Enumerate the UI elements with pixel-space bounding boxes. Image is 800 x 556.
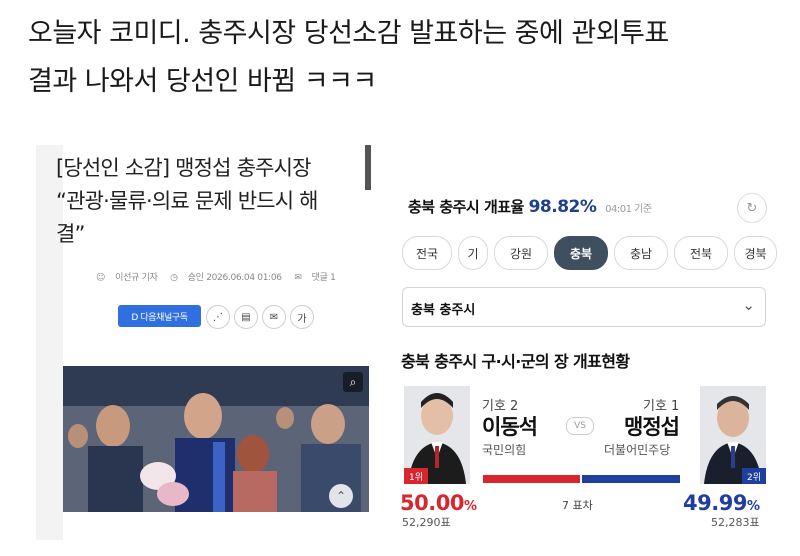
candidate-left-photo: 1위 [404, 386, 470, 484]
font-size-label: 가 [297, 313, 307, 325]
candidate-left-name: 이동석 [482, 415, 538, 439]
tab-label: 경북 [744, 246, 767, 261]
vote-difference: 7 표차 [562, 499, 593, 512]
tab-region-2[interactable]: 기 [458, 236, 488, 270]
candidate-right-percent: 49.99% [683, 491, 760, 515]
candidate-left-party: 국민의힘 [482, 443, 527, 457]
headline-line-3: 결” [56, 222, 85, 246]
zoom-icon[interactable]: ⌕ [343, 372, 363, 392]
chevron-up-icon[interactable]: ⌃ [329, 484, 353, 508]
crowd-photo-image [63, 366, 369, 512]
subscribe-button[interactable]: D 다음채널구독 [118, 305, 201, 327]
left-pct-unit: % [463, 499, 477, 514]
caption-line-1: 오늘자 코미디. 충주시장 당선소감 발표하는 중에 관외투표 [28, 18, 669, 49]
headline-line-1: [당선인 소감] 맹정섭 충주시장 [56, 156, 311, 180]
share-icon[interactable]: ⋰ [206, 305, 230, 329]
person-icon: ☺ [96, 273, 106, 283]
clock-icon: ◷ [170, 273, 178, 283]
post-caption: 오늘자 코미디. 충주시장 당선소감 발표하는 중에 관외투표 결과 나와서 당… [28, 10, 788, 106]
comment-count[interactable]: 댓글 1 [312, 273, 336, 283]
comment-icon: ✉ [294, 273, 302, 283]
left-pct-value: 50.00 [400, 491, 464, 515]
tab-region-active[interactable]: 충북 [554, 236, 608, 270]
tab-label: 전북 [689, 246, 713, 261]
counting-rate-value: 98.82% [528, 197, 597, 217]
counting-rate-label: 충북 충주시 개표율 [408, 198, 524, 216]
headline-line-2: “관광·물류·의료 문제 반드시 해 [56, 189, 319, 213]
tab-label: 기 [467, 246, 479, 261]
tab-region-3[interactable]: 강원 [494, 236, 548, 270]
tab-region-6[interactable]: 전북 [674, 236, 728, 270]
vote-bar-left [483, 475, 580, 483]
vs-badge: VS [566, 417, 594, 435]
article-photo: ⌕ ⌃ [63, 366, 369, 512]
refresh-icon[interactable]: ↻ [737, 193, 767, 223]
mail-icon[interactable]: ✉ [262, 305, 286, 329]
tab-label: 충남 [629, 246, 653, 261]
article-headline: [당선인 소감] 맹정섭 충주시장 “관광·물류·의료 문제 반드시 해 결” [56, 152, 366, 251]
tab-region-5[interactable]: 충남 [614, 236, 668, 270]
section-title: 충북 충주시 구·시·군의 장 개표현황 [401, 352, 630, 371]
vote-bar-right [582, 475, 680, 483]
right-pct-value: 49.99 [683, 491, 747, 515]
reporter-name: 이선규 기자 [115, 273, 158, 283]
candidate-right-photo: 2위 [700, 386, 766, 484]
rank-badge-right: 2위 [742, 468, 766, 484]
candidate-right-party: 더불어민주당 [604, 443, 671, 457]
print-icon[interactable]: ▤ [234, 305, 258, 329]
tab-region-7[interactable]: 경북 [734, 236, 777, 270]
region-select-value: 충북 충주시 [411, 303, 476, 318]
counting-rate-title: 충북 충주시 개표율 98.82% 04:01 기준 [408, 196, 652, 217]
caption-line-2: 결과 나와서 당선인 바뀜 ㅋㅋㅋ [28, 66, 377, 97]
candidate-left-votes: 52,290표 [402, 516, 451, 529]
candidate-right-name: 맹정섭 [624, 415, 680, 439]
approved-time: 승인 2026.06.04 01:06 [187, 273, 282, 283]
tab-label: 강원 [509, 246, 533, 261]
tab-label: 충북 [569, 246, 593, 261]
candidate-right-votes: 52,283표 [711, 516, 760, 529]
counting-time: 04:01 기준 [605, 204, 652, 215]
tab-region-1[interactable]: 전국 [402, 236, 452, 270]
article-byline: ☺ 이선규 기자 ◷ 승인 2026.06.04 01:06 ✉ 댓글 1 [96, 270, 346, 283]
tab-label: 전국 [415, 246, 439, 261]
rank-badge-left: 1위 [404, 468, 428, 484]
chevron-down-icon: ⌄ [742, 296, 755, 314]
font-size-button[interactable]: 가 [290, 305, 314, 329]
region-select[interactable]: 충북 충주시 ⌄ [402, 287, 766, 327]
right-pct-unit: % [746, 499, 760, 514]
candidate-left-percent: 50.00% [400, 491, 477, 515]
